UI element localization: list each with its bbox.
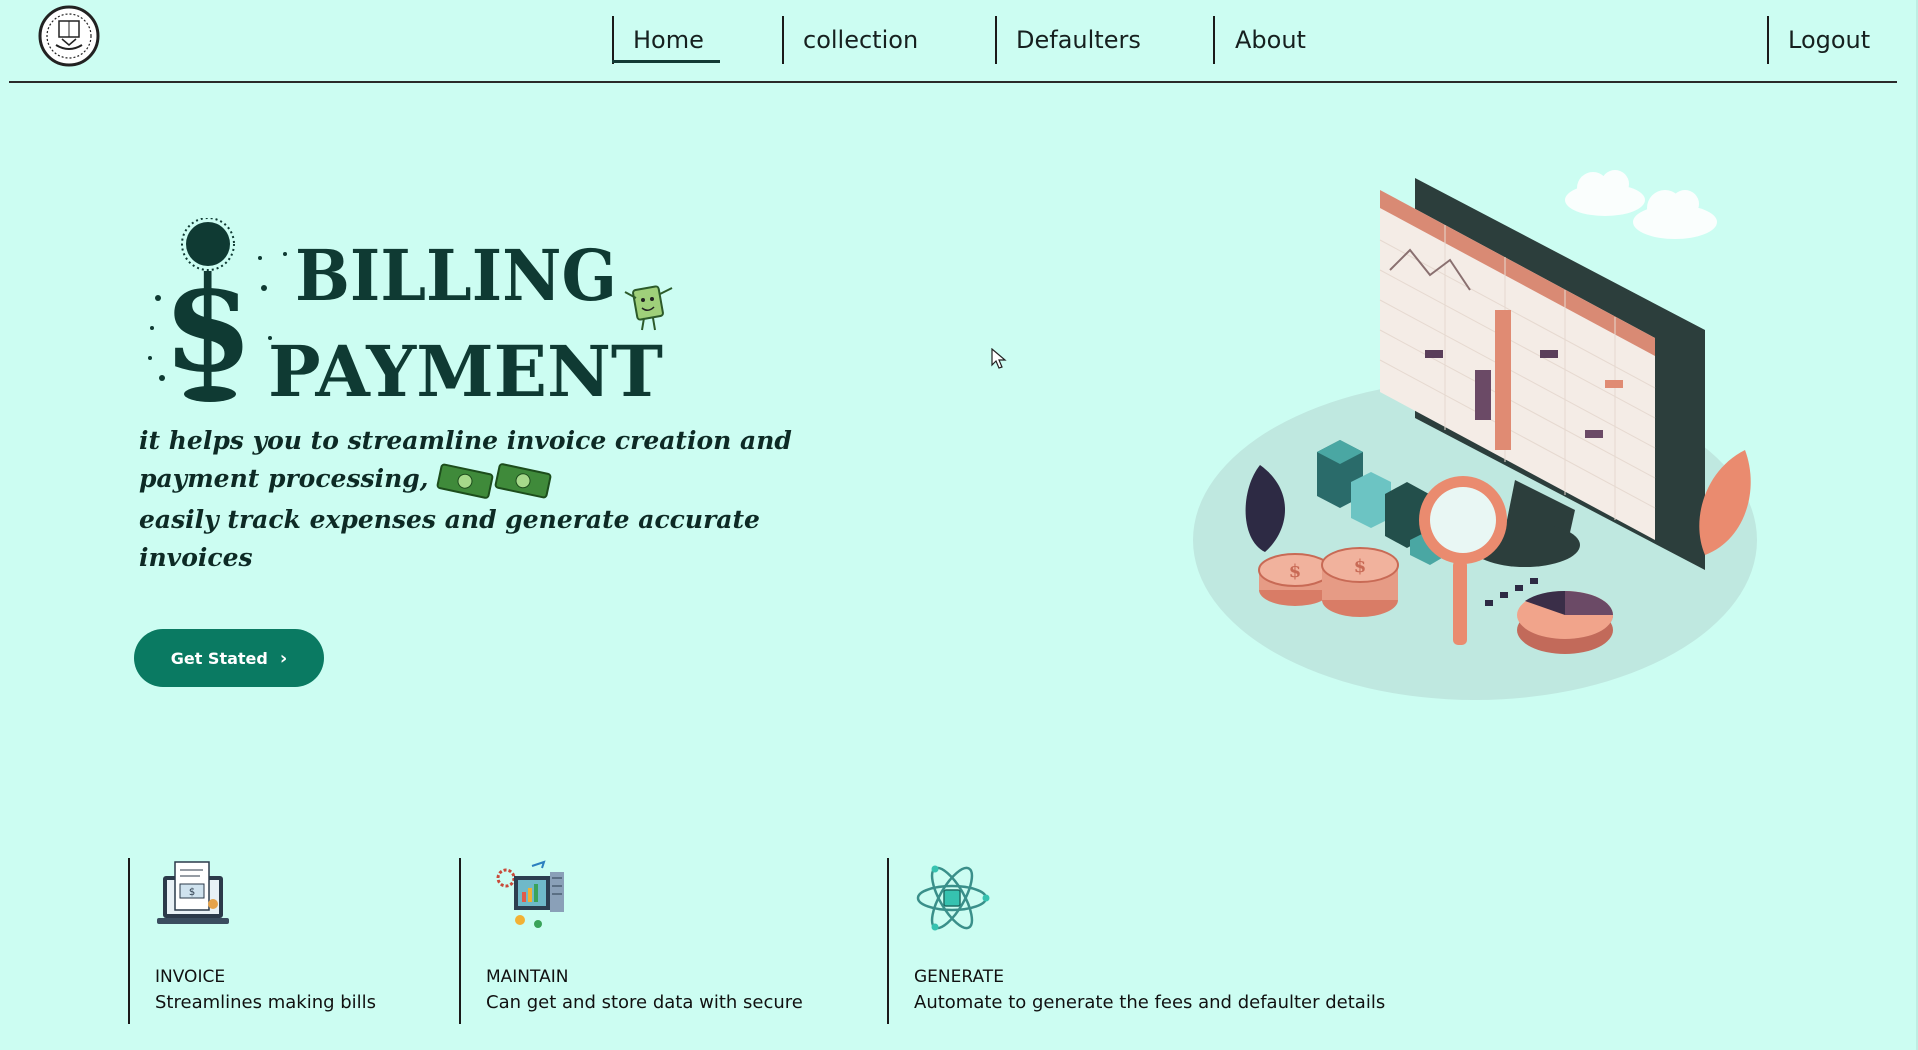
invoice-laptop-icon: $ [157, 861, 229, 924]
money-mascot-icon [624, 285, 673, 331]
get-started-label: Get Stated [170, 648, 268, 668]
pie-chart-icon [1517, 590, 1613, 654]
billing-dashboard-illustration: $ $ [1193, 170, 1757, 700]
feature-maintain-title: MAINTAIN [486, 967, 569, 987]
feature-invoice-desc: Streamlines making bills [155, 992, 377, 1013]
nav-separator [612, 16, 614, 64]
svg-text:$: $ [1289, 561, 1302, 582]
feature-generate-title: GENERATE [914, 967, 1004, 987]
dollar-figure-icon: $ [148, 218, 287, 402]
tagline-line: easily track expenses and generate accur… [139, 504, 760, 534]
brand-line-2: PAYMENT [268, 330, 663, 408]
nav-separator [1767, 16, 1769, 64]
feature-separator [887, 858, 889, 1024]
college-emblem-icon[interactable] [34, 5, 104, 67]
nav-collection[interactable]: collection [803, 0, 918, 80]
nav-defaulters-label: Defaulters [1016, 26, 1141, 54]
nav-about-label: About [1235, 26, 1306, 54]
chevron-right-icon: › [279, 647, 288, 669]
nav-active-underline [612, 60, 720, 63]
svg-text:$: $ [1354, 556, 1367, 577]
cloud-icon [1565, 170, 1717, 239]
nav-divider [9, 81, 1897, 83]
nav-home[interactable]: Home [633, 0, 704, 80]
data-maintain-icon [496, 860, 564, 928]
logout-button[interactable]: Logout [1788, 0, 1870, 80]
nav-about[interactable]: About [1235, 0, 1306, 80]
nav-home-label: Home [633, 26, 704, 54]
nav-defaulters[interactable]: Defaulters [1016, 0, 1141, 80]
atom-generate-icon [916, 865, 990, 931]
svg-text:$: $ [189, 887, 195, 898]
brand-line-1: BILLING [295, 234, 617, 317]
feature-generate-desc: Automate to generate the fees and defaul… [914, 992, 1386, 1013]
svg-text:$: $ [163, 248, 253, 401]
logout-label: Logout [1788, 26, 1871, 54]
feature-separator [128, 858, 130, 1024]
billing-payment-logo: $ BILLING PAYMENT [148, 218, 673, 408]
nav-separator [782, 16, 784, 64]
nav-separator [995, 16, 997, 64]
nav-separator [1213, 16, 1215, 64]
hero-tagline: it helps you to streamline invoice creat… [139, 422, 819, 577]
feature-separator [459, 858, 461, 1024]
mouse-cursor-icon [991, 348, 1007, 369]
feature-maintain-desc: Can get and store data with secure [486, 992, 803, 1013]
tagline-line: invoices [139, 542, 253, 572]
get-started-button[interactable]: Get Stated › [134, 629, 324, 687]
tagline-line: it helps you to streamline invoice creat… [139, 426, 792, 455]
cash-bundle-icon [437, 462, 552, 499]
nav-collection-label: collection [803, 26, 919, 54]
feature-invoice-title: INVOICE [155, 967, 226, 987]
tagline-line: payment processing, [139, 464, 429, 493]
